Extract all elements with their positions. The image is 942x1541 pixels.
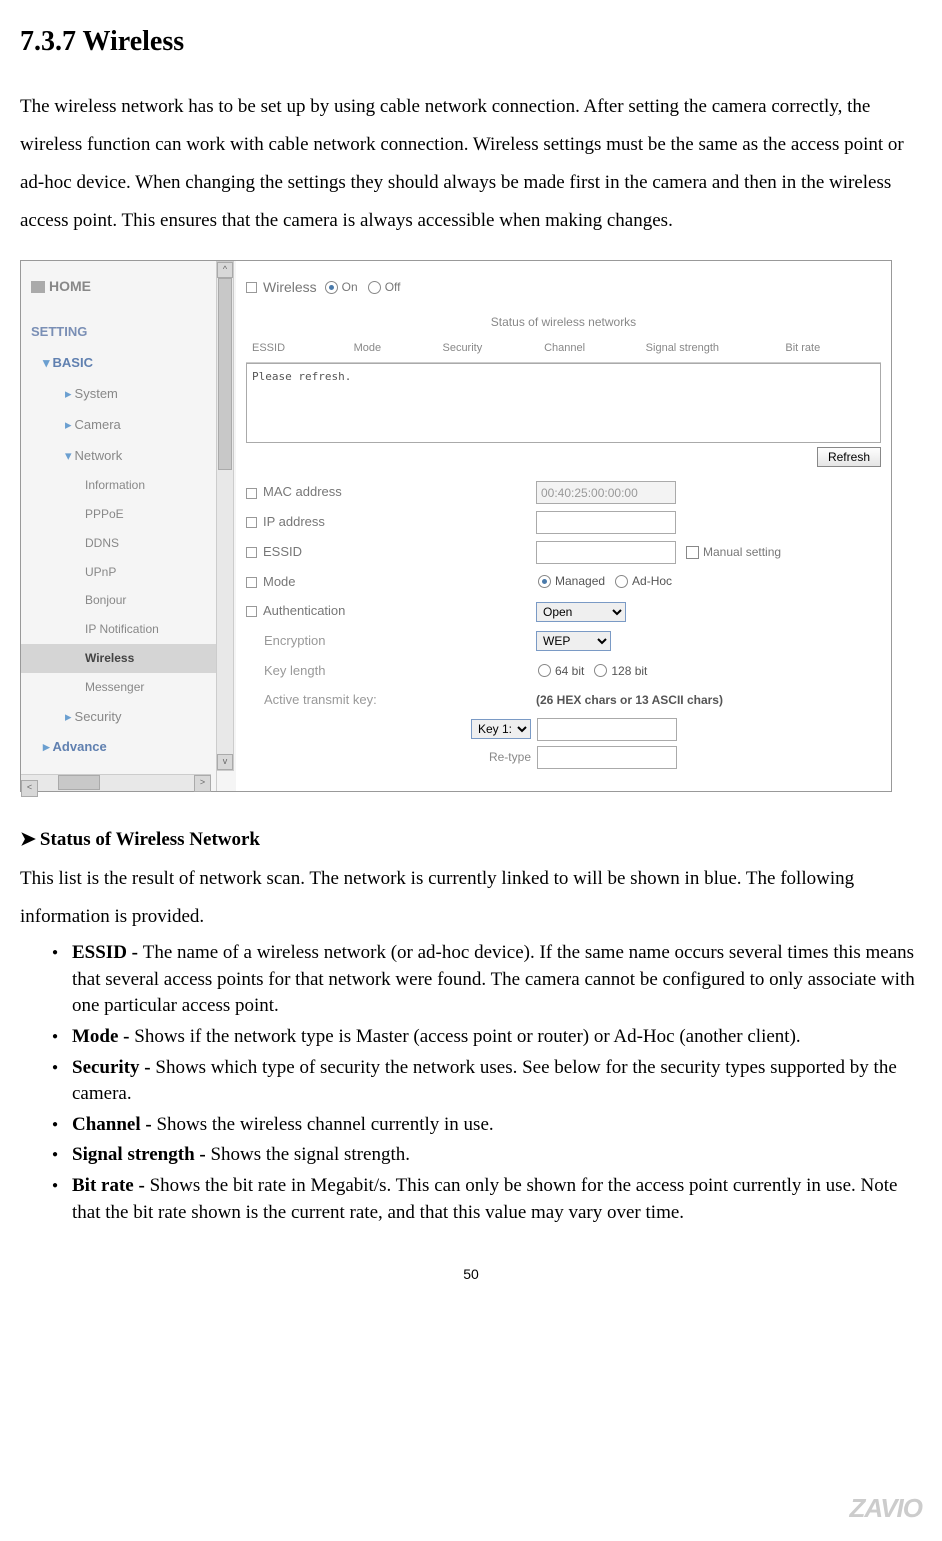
auth-label: Authentication (263, 603, 345, 618)
bullet-channel: Channel - Shows the wireless channel cur… (60, 1112, 922, 1139)
enc-label: Encryption (246, 629, 536, 654)
bullet-signal: Signal strength - Shows the signal stren… (60, 1142, 922, 1169)
keylen-128-radio[interactable] (594, 664, 607, 677)
ip-label: IP address (263, 514, 325, 529)
adhoc-label: Ad-Hoc (632, 570, 672, 593)
home-icon (31, 281, 45, 293)
bullet-security: Security - Shows which type of security … (60, 1055, 922, 1108)
scroll-thumb[interactable] (58, 775, 100, 790)
bullet-icon (246, 606, 257, 617)
wireless-on-radio[interactable] (325, 281, 338, 294)
manual-checkbox[interactable] (686, 546, 699, 559)
key-input[interactable] (537, 718, 677, 741)
keylen-label: Key length (246, 659, 536, 684)
manual-label: Manual setting (703, 541, 781, 564)
retype-input[interactable] (537, 746, 677, 769)
col-security: Security (436, 334, 538, 363)
networks-listbox[interactable]: Please refresh. (246, 363, 881, 443)
page-number: 50 (20, 1261, 922, 1288)
settings-main-panel: Wireless On Off Status of wireless netwo… (236, 261, 891, 791)
nav-camera[interactable]: ▸Camera (21, 410, 216, 441)
bullet-icon (246, 577, 257, 588)
nav-ip-notification[interactable]: IP Notification (21, 615, 216, 644)
ip-input[interactable] (536, 511, 676, 534)
networks-table-header: ESSID Mode Security Channel Signal stren… (246, 334, 881, 364)
col-channel: Channel (538, 334, 640, 363)
status-title: Status of wireless networks (246, 311, 881, 334)
nav-home[interactable]: HOME (21, 261, 216, 312)
sidebar-scrollbar-horizontal[interactable]: < > (21, 774, 211, 791)
wireless-label: Wireless (263, 274, 317, 301)
nav-setting-header: SETTING (21, 312, 216, 349)
off-label: Off (385, 276, 401, 299)
col-signal: Signal strength (640, 334, 780, 363)
nav-ddns[interactable]: DDNS (21, 529, 216, 558)
nav-advance[interactable]: ▸Advance (21, 732, 216, 763)
col-essid: ESSID (246, 334, 348, 363)
mac-input (536, 481, 676, 504)
nav-information[interactable]: Information (21, 471, 216, 500)
wireless-off-radio[interactable] (368, 281, 381, 294)
on-label: On (342, 276, 358, 299)
managed-label: Managed (555, 570, 605, 593)
nav-bonjour[interactable]: Bonjour (21, 586, 216, 615)
wireless-settings-screenshot: HOME SETTING ▾BASIC ▸System ▸Camera ▾Net… (20, 260, 892, 792)
essid-input[interactable] (536, 541, 676, 564)
scroll-thumb-v[interactable] (218, 278, 232, 470)
scroll-right-icon[interactable]: > (194, 775, 211, 792)
nav-messenger[interactable]: Messenger (21, 673, 216, 702)
page-title: 7.3.7 Wireless (20, 15, 922, 68)
bullet-icon (246, 517, 257, 528)
bullet-icon (246, 547, 257, 558)
section-heading: ➤Status of Wireless Network (20, 822, 922, 858)
keylen-64-radio[interactable] (538, 664, 551, 677)
nav-pppoe[interactable]: PPPoE (21, 500, 216, 529)
bullet-icon (246, 282, 257, 293)
bullet-list: ESSID - The name of a wireless network (… (20, 940, 922, 1226)
nav-security[interactable]: ▸Security (21, 702, 216, 733)
bullet-icon (246, 488, 257, 499)
sidebar: HOME SETTING ▾BASIC ▸System ▸Camera ▾Net… (21, 261, 217, 791)
refresh-button[interactable]: Refresh (817, 447, 881, 467)
brand-logo: ZAVIO (849, 1484, 922, 1533)
key-number-select[interactable]: Key 1: (471, 719, 531, 739)
atk-label: Active transmit key: (246, 688, 536, 713)
bullet-mode: Mode - Shows if the network type is Mast… (60, 1024, 922, 1051)
nav-upnp[interactable]: UPnP (21, 558, 216, 587)
col-mode: Mode (348, 334, 437, 363)
mac-label: MAC address (263, 484, 342, 499)
nav-system[interactable]: ▸System (21, 379, 216, 410)
bit128-label: 128 bit (611, 660, 647, 683)
retype-label: Re-type (471, 746, 531, 769)
mode-adhoc-radio[interactable] (615, 575, 628, 588)
nav-wireless[interactable]: Wireless (21, 644, 216, 673)
nav-network[interactable]: ▾Network (21, 441, 216, 472)
scroll-down-icon[interactable]: v (217, 754, 233, 770)
auth-select[interactable]: Open (536, 602, 626, 622)
mode-label: Mode (263, 574, 296, 589)
intro-paragraph: The wireless network has to be set up by… (20, 88, 922, 240)
sidebar-scrollbar-vertical[interactable]: ^ v (216, 261, 234, 771)
scroll-left-icon[interactable]: < (21, 780, 38, 797)
essid-label: ESSID (263, 544, 302, 559)
wireless-toggle-row: Wireless On Off (246, 274, 881, 301)
bullet-essid: ESSID - The name of a wireless network (… (60, 940, 922, 1020)
scroll-up-icon[interactable]: ^ (217, 262, 233, 278)
section-desc: This list is the result of network scan.… (20, 860, 922, 936)
bullet-bitrate: Bit rate - Shows the bit rate in Megabit… (60, 1173, 922, 1226)
col-bitrate: Bit rate (779, 334, 881, 363)
atk-note: (26 HEX chars or 13 ASCII chars) (536, 689, 723, 712)
enc-select[interactable]: WEP (536, 631, 611, 651)
mode-managed-radio[interactable] (538, 575, 551, 588)
nav-basic[interactable]: ▾BASIC (21, 348, 216, 379)
bit64-label: 64 bit (555, 660, 584, 683)
